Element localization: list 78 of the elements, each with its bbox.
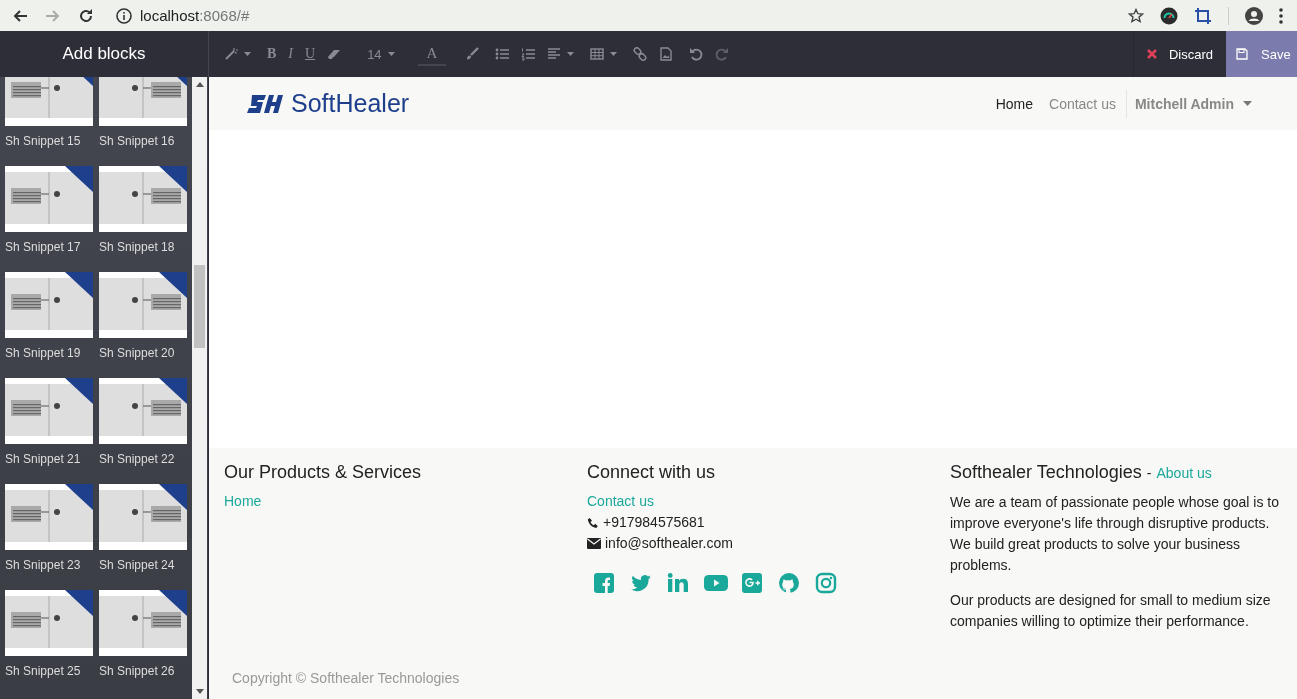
panel-title: Add blocks bbox=[62, 44, 146, 64]
snippet-thumbnail-drawing[interactable] bbox=[5, 77, 93, 126]
snippet-thumbnail-drawing[interactable] bbox=[99, 166, 187, 232]
eraser-icon bbox=[327, 47, 342, 61]
close-icon bbox=[1146, 49, 1157, 59]
text-color-button[interactable]: A bbox=[417, 42, 447, 66]
phone-icon bbox=[587, 516, 599, 529]
snippet-label: Sh Snippet 23 bbox=[5, 557, 82, 573]
crop-icon[interactable] bbox=[1194, 6, 1212, 25]
facebook-icon[interactable] bbox=[593, 572, 617, 594]
snippet-thumbnail-drawing[interactable] bbox=[99, 590, 187, 656]
linkedin-icon[interactable] bbox=[667, 572, 691, 594]
snippet-label: Sh Snippet 16 bbox=[99, 133, 176, 149]
redo-icon bbox=[715, 47, 730, 61]
user-menu[interactable]: Mitchell Admin bbox=[1125, 89, 1260, 118]
italic-button[interactable]: I bbox=[285, 42, 296, 66]
snippet-thumbnail-drawing[interactable] bbox=[5, 590, 93, 656]
heading-separator: - bbox=[1146, 465, 1152, 481]
scrollbar[interactable] bbox=[192, 77, 207, 699]
underline-button[interactable]: U bbox=[302, 42, 319, 66]
snippet-label: Sh Snippet 19 bbox=[5, 345, 82, 361]
reload-icon[interactable] bbox=[78, 7, 94, 24]
paragraph: Our products are designed for small to medium size companies willing to optimize their performance. bbox=[950, 591, 1272, 631]
envelope-icon bbox=[587, 538, 601, 549]
address-bar-url[interactable]: localhost:8068/# bbox=[140, 7, 250, 24]
magic-wand-icon bbox=[224, 47, 238, 61]
snippet-thumbnail-drawing[interactable] bbox=[99, 272, 187, 338]
undo-icon bbox=[689, 47, 704, 61]
snippet-thumbnail-drawing[interactable] bbox=[5, 378, 93, 444]
footer-heading: Our Products & Services bbox=[224, 462, 422, 483]
font-size-dropdown[interactable]: 14 bbox=[364, 42, 398, 66]
link-icon bbox=[633, 47, 648, 61]
nav-link[interactable]: Contact us bbox=[1041, 95, 1124, 112]
google-plus-icon[interactable] bbox=[741, 572, 765, 594]
footer-link[interactable]: Home bbox=[224, 491, 587, 512]
paragraph: We are a team of passionate people whose goal is to improve everyone's life through disruptive products. We build great products to solve your business problems. bbox=[950, 493, 1280, 575]
profile-icon[interactable] bbox=[1245, 6, 1263, 25]
snippet-thumbnail-drawing[interactable] bbox=[99, 77, 187, 126]
footer-link[interactable]: Contact us bbox=[587, 491, 950, 512]
snippet-label: Sh Snippet 25 bbox=[5, 663, 82, 679]
snippet-label: Sh Snippet 26 bbox=[99, 663, 176, 679]
about-link[interactable]: About us bbox=[1156, 463, 1212, 484]
snippet-label: Sh Snippet 18 bbox=[99, 239, 176, 255]
youtube-icon[interactable] bbox=[704, 572, 728, 594]
paintbrush-icon bbox=[465, 47, 480, 61]
caret-icon bbox=[1243, 101, 1252, 106]
snippet-thumbnail-drawing[interactable] bbox=[99, 378, 187, 444]
align-left-icon bbox=[547, 47, 562, 61]
snippet-thumbnail-drawing[interactable] bbox=[99, 484, 187, 550]
numbered-list-icon bbox=[521, 47, 536, 61]
email-address: info@softhealer.com bbox=[605, 534, 733, 553]
instagram-icon[interactable] bbox=[815, 572, 839, 594]
snippet-thumbnail-drawing[interactable] bbox=[5, 272, 93, 338]
footer-heading: Connect with us bbox=[587, 462, 716, 483]
snippet-label: Sh Snippet 17 bbox=[5, 239, 82, 255]
star-icon[interactable] bbox=[1128, 7, 1144, 24]
image-icon bbox=[659, 47, 674, 61]
snippet-label: Sh Snippet 15 bbox=[5, 133, 82, 149]
github-icon[interactable] bbox=[778, 572, 802, 594]
copyright-text: Copyright © Softhealer Technologies bbox=[231, 670, 461, 686]
bold-button[interactable]: B bbox=[264, 42, 280, 66]
logo-text[interactable]: SoftHealer bbox=[291, 89, 410, 118]
snippet-label: Sh Snippet 24 bbox=[99, 557, 176, 573]
kebab-menu-icon[interactable] bbox=[1279, 7, 1283, 24]
bullet-list-icon bbox=[495, 47, 510, 61]
nav-link[interactable]: Home bbox=[987, 95, 1041, 112]
gauge-icon[interactable] bbox=[1160, 6, 1178, 25]
footer-heading: Softhealer Technologies bbox=[950, 462, 1142, 483]
snippet-thumbnail-drawing[interactable] bbox=[5, 484, 93, 550]
snippet-thumbnail-drawing[interactable] bbox=[5, 166, 93, 232]
phone-number: +917984575681 bbox=[603, 513, 705, 532]
save-button[interactable]: Save bbox=[1226, 31, 1297, 77]
snippet-label: Sh Snippet 21 bbox=[5, 451, 82, 467]
snippet-label: Sh Snippet 22 bbox=[99, 451, 176, 467]
table-icon bbox=[590, 47, 605, 61]
snippet-label: Sh Snippet 20 bbox=[99, 345, 176, 361]
back-icon[interactable] bbox=[12, 7, 28, 24]
info-icon[interactable] bbox=[116, 7, 132, 24]
